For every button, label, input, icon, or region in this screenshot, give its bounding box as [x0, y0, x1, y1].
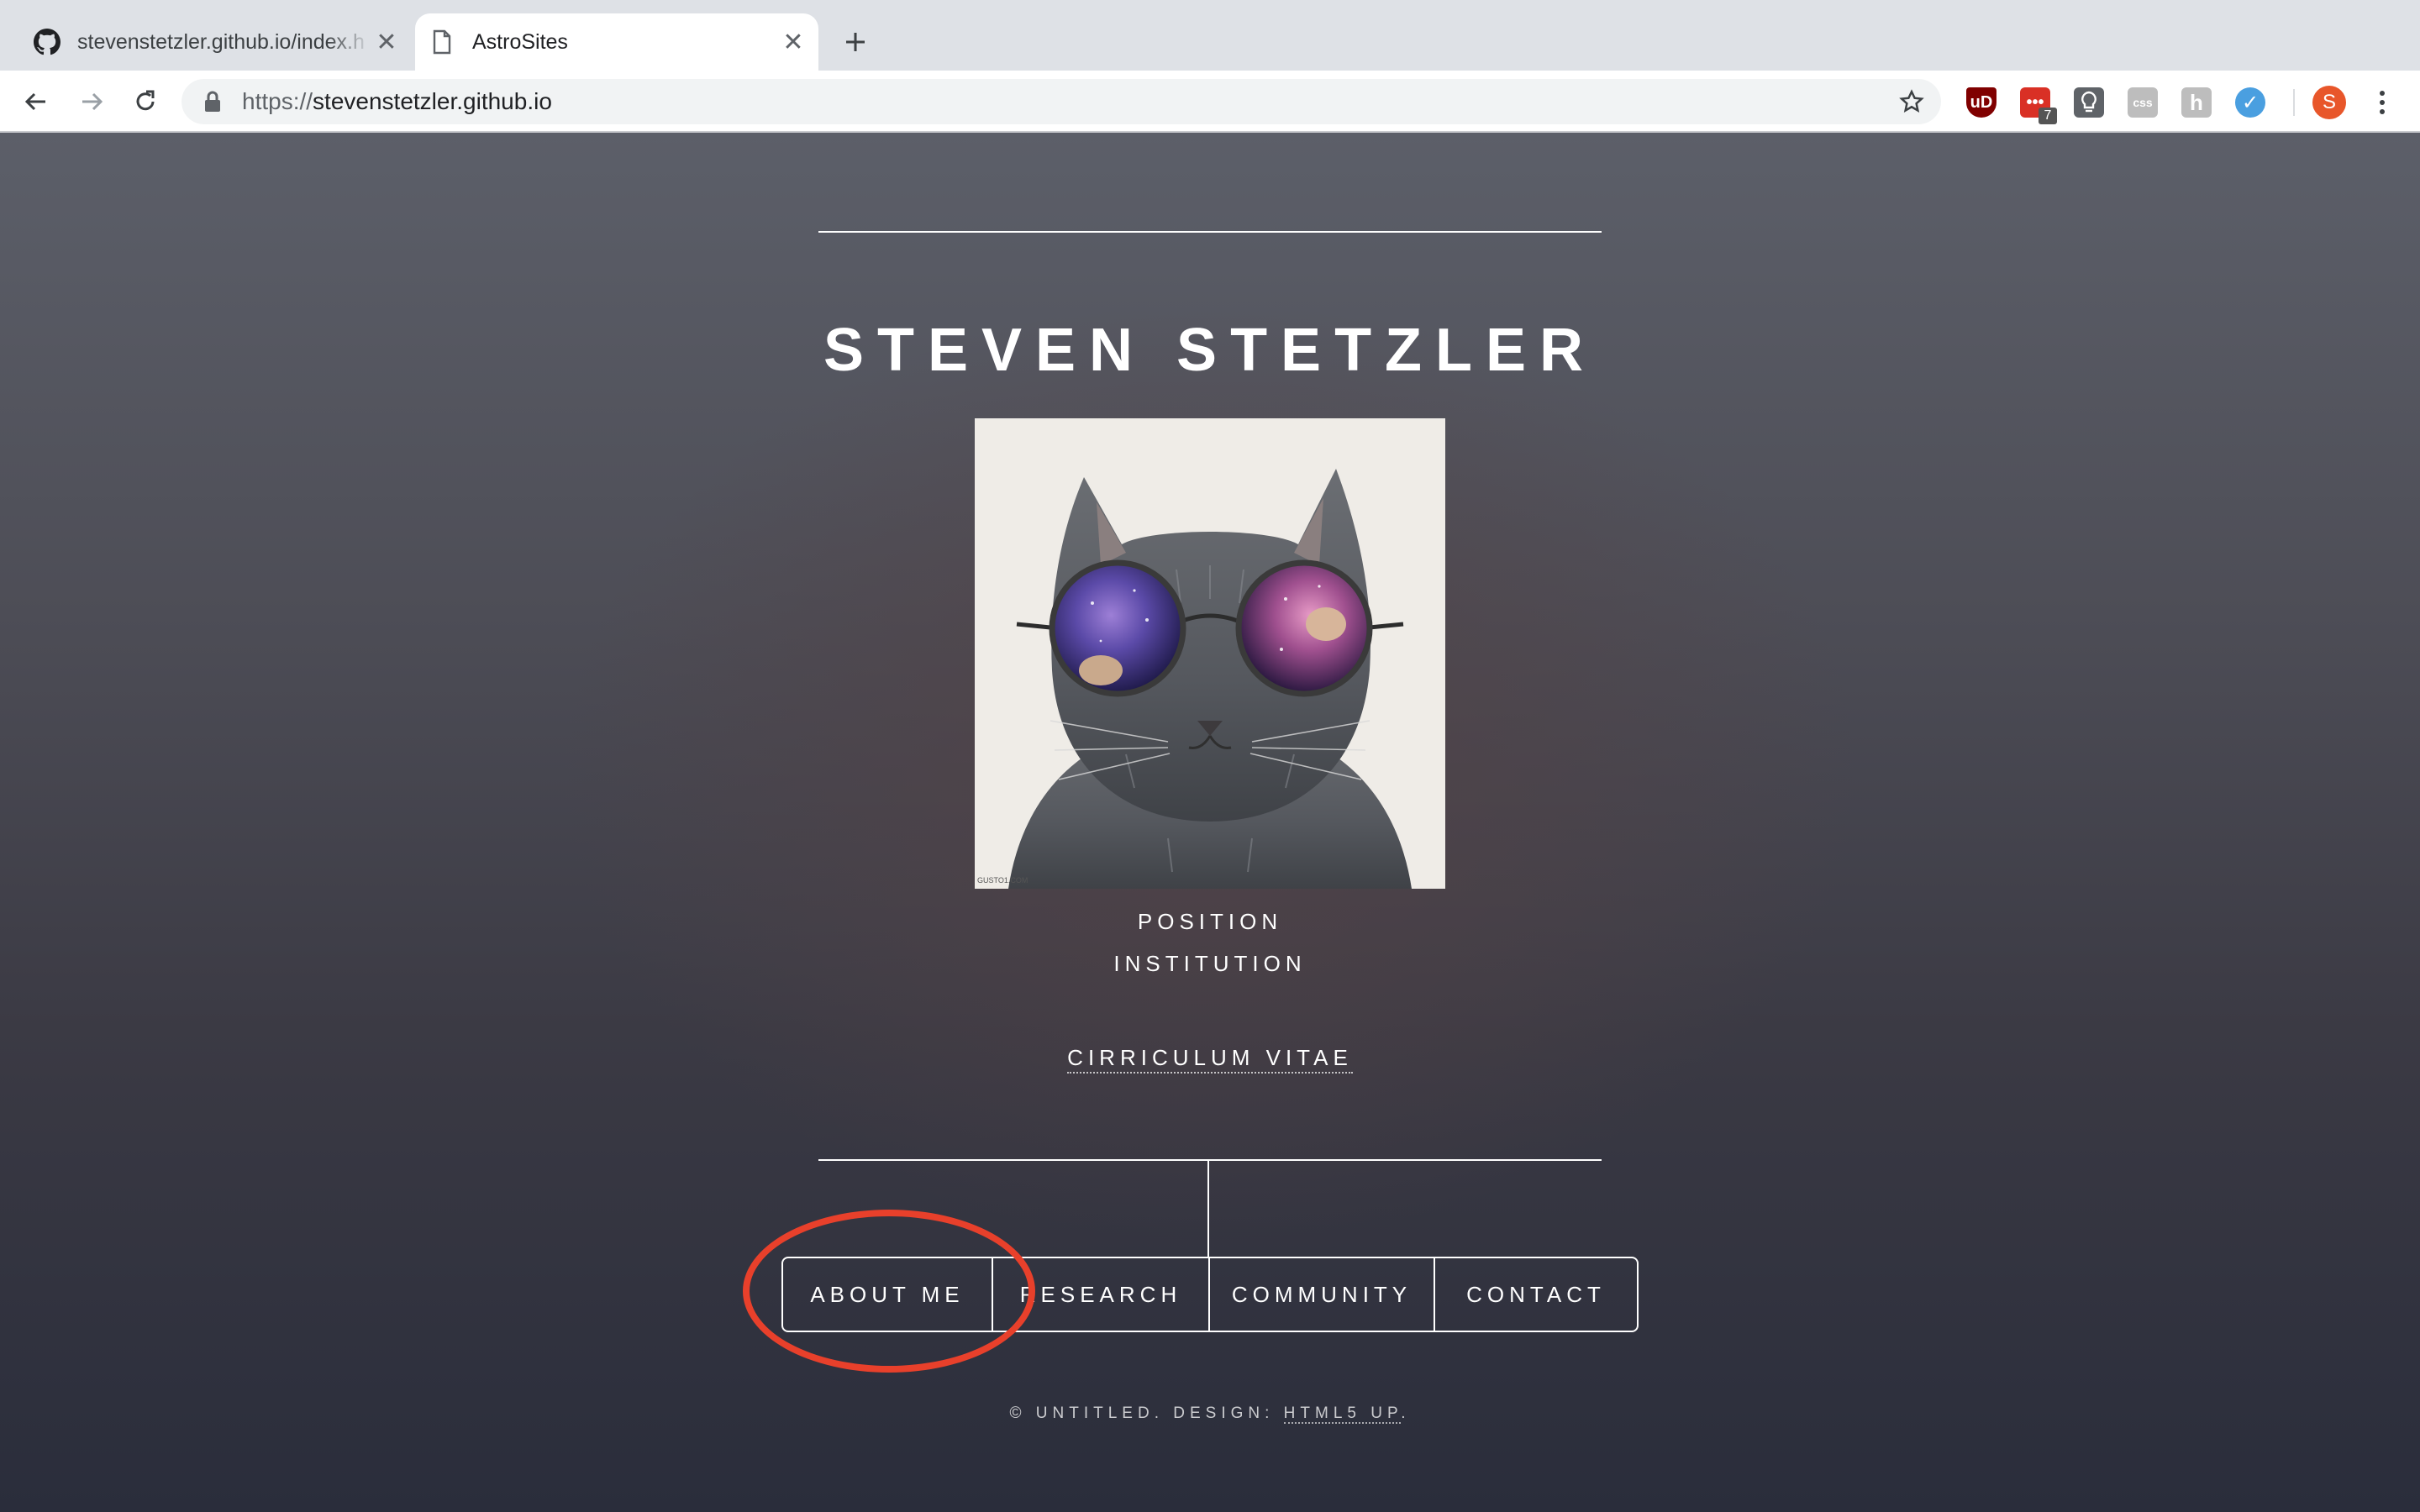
address-bar[interactable]: https://stevenstetzler.github.io: [182, 79, 1941, 124]
page-title: STEVEN STETZLER: [823, 317, 1597, 384]
url-scheme: https://: [242, 88, 313, 114]
footer-period: .: [1401, 1404, 1411, 1422]
page-viewport: STEVEN STETZLER GUSTO1.COM POSITION INST…: [0, 133, 2420, 1512]
todo-extension-icon[interactable]: ••• 7: [2020, 87, 2057, 124]
cv-link[interactable]: CIRRICULUM VITAE: [1067, 1045, 1353, 1074]
ublock-label: uD: [1970, 92, 1993, 112]
new-tab-icon[interactable]: [840, 27, 871, 57]
nav-about-me[interactable]: ABOUT ME: [783, 1258, 993, 1331]
tab-title: stevenstetzler.github.io/index.h: [77, 29, 365, 54]
cv-link-wrapper: CIRRICULUM VITAE: [0, 1045, 2420, 1074]
header-top-rule: [818, 231, 1602, 233]
close-tab-icon[interactable]: ✕: [778, 27, 808, 57]
toolbar-divider: [2293, 89, 2295, 116]
tab-github-index[interactable]: stevenstetzler.github.io/index.h ✕: [20, 13, 412, 71]
footer-html5up-link[interactable]: HTML5 UP: [1283, 1404, 1402, 1424]
page-icon: [427, 27, 457, 57]
nav-community[interactable]: COMMUNITY: [1210, 1258, 1435, 1331]
url-host: stevenstetzler.github.io: [313, 88, 552, 114]
check-extension-icon[interactable]: ✓: [2235, 87, 2265, 118]
extension-badge: 7: [2039, 108, 2057, 124]
nav-connector-line: [1207, 1159, 1209, 1257]
nav-contact[interactable]: CONTACT: [1435, 1258, 1637, 1331]
hypothesis-label: h: [2190, 89, 2203, 115]
url-text: https://stevenstetzler.github.io: [242, 88, 552, 115]
position-text: POSITION: [1137, 909, 1283, 934]
github-icon: [32, 27, 62, 57]
back-arrow-icon[interactable]: [20, 86, 52, 118]
nav-top-rule: [818, 1159, 1602, 1161]
profile-avatar[interactable]: S: [2312, 86, 2346, 119]
css-extension-label: css: [2133, 96, 2153, 109]
bookmark-star-icon[interactable]: [1897, 87, 1926, 116]
check-extension-label: ✓: [2241, 91, 2260, 114]
close-tab-icon[interactable]: ✕: [371, 27, 402, 57]
kebab-menu-icon[interactable]: [2370, 86, 2395, 119]
tab-astrosites[interactable]: AstroSites ✕: [415, 13, 818, 71]
lightbulb-icon[interactable]: [2074, 87, 2104, 118]
tab-title: AstroSites: [472, 29, 568, 54]
browser-toolbar: https://stevenstetzler.github.io uD ••• …: [0, 71, 2420, 133]
hypothesis-icon[interactable]: h: [2181, 87, 2212, 118]
ublock-icon[interactable]: uD: [1966, 87, 1996, 118]
profile-photo: GUSTO1.COM: [975, 418, 1445, 889]
forward-arrow-icon[interactable]: [76, 86, 108, 118]
institution-text: INSTITUTION: [1113, 951, 1307, 976]
image-watermark: GUSTO1.COM: [977, 876, 1028, 885]
css-extension-icon[interactable]: css: [2128, 87, 2158, 118]
footer: © UNTITLED. DESIGN: HTML5 UP.: [0, 1404, 2420, 1424]
footer-copyright: © UNTITLED. DESIGN:: [1009, 1404, 1284, 1422]
lock-icon[interactable]: [200, 89, 225, 114]
profile-initial: S: [2322, 91, 2336, 113]
main-nav: ABOUT ME RESEARCH COMMUNITY CONTACT: [781, 1257, 1639, 1332]
nav-research[interactable]: RESEARCH: [993, 1258, 1210, 1331]
reload-icon[interactable]: [129, 86, 161, 118]
tab-strip: stevenstetzler.github.io/index.h ✕ Astro…: [0, 0, 2420, 71]
